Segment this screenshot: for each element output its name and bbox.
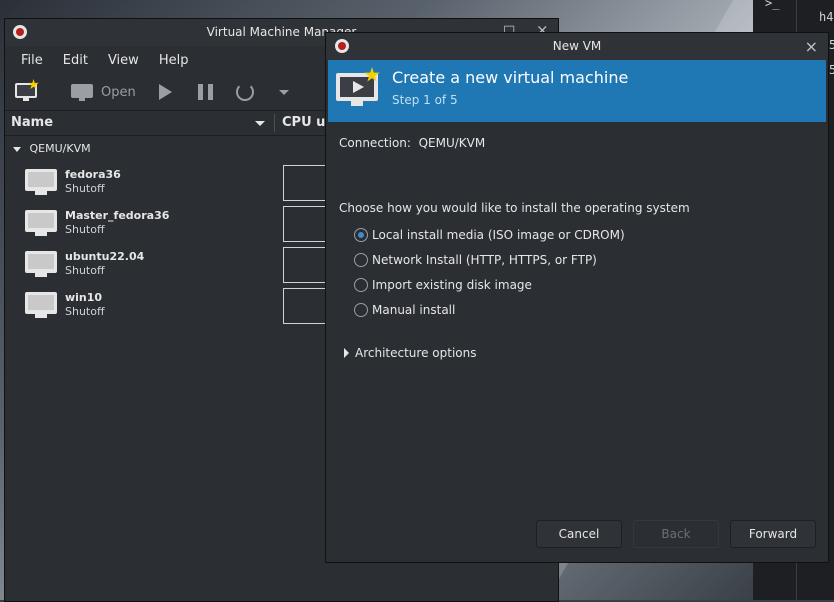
shutdown-button[interactable] — [236, 80, 254, 104]
install-option-local-media[interactable]: Local install media (ISO image or CDROM) — [354, 225, 625, 245]
terminal-text: 5 — [829, 38, 834, 52]
terminal-text: 5 — [829, 63, 834, 77]
install-option-manual[interactable]: Manual install — [354, 300, 455, 320]
expander-label: Architecture options — [355, 346, 477, 360]
architecture-options-expander[interactable]: Architecture options — [344, 346, 476, 360]
pause-icon — [198, 84, 214, 100]
vm-status: Shutoff — [65, 264, 105, 277]
install-option-import-disk[interactable]: Import existing disk image — [354, 275, 532, 295]
radio-selected-icon[interactable] — [354, 228, 368, 242]
back-button[interactable]: Back — [633, 520, 719, 548]
dialog-header-banner: Create a new virtual machine Step 1 of 5 — [328, 60, 826, 122]
sort-chevron-icon[interactable] — [255, 121, 265, 126]
option-label: Manual install — [372, 303, 456, 317]
expander-arrow-icon — [344, 348, 349, 358]
open-button-label: Open — [101, 84, 136, 100]
radio-icon[interactable] — [354, 303, 368, 317]
dialog-titlebar[interactable]: New VM × — [326, 33, 828, 60]
menu-view[interactable]: View — [98, 53, 149, 68]
new-vm-dialog[interactable]: New VM × Create a new virtual machine St… — [325, 32, 829, 563]
connection-info: Connection: QEMU/KVM — [339, 136, 485, 150]
dialog-heading: Create a new virtual machine — [392, 68, 629, 87]
dialog-title: New VM — [552, 39, 602, 53]
expand-icon — [13, 146, 21, 152]
vm-name: ubuntu22.04 — [65, 250, 145, 263]
open-button[interactable]: Open — [71, 80, 136, 104]
run-button[interactable] — [159, 80, 172, 104]
radio-icon[interactable] — [354, 253, 368, 267]
new-vm-button[interactable] — [15, 79, 41, 104]
play-icon — [159, 84, 172, 100]
connection-value: QEMU/KVM — [418, 136, 486, 150]
option-label: Local install media (ISO image or CDROM) — [372, 228, 625, 242]
new-vm-icon — [336, 67, 380, 107]
connection-group[interactable]: QEMU/KVM — [13, 142, 91, 155]
column-divider — [274, 114, 275, 132]
vm-status: Shutoff — [65, 182, 105, 195]
close-icon[interactable]: × — [805, 37, 818, 56]
install-method-prompt: Choose how you would like to install the… — [339, 201, 690, 215]
vm-status: Shutoff — [65, 305, 105, 318]
step-indicator: Step 1 of 5 — [392, 93, 458, 107]
menu-edit[interactable]: Edit — [53, 53, 98, 68]
pause-button[interactable] — [198, 80, 214, 104]
terminal-prompt-icon: >_ — [765, 0, 780, 10]
vm-monitor-icon — [25, 210, 57, 236]
connection-group-label: QEMU/KVM — [29, 142, 91, 155]
vm-monitor-icon — [25, 292, 57, 318]
vm-name: fedora36 — [65, 168, 121, 181]
menu-file[interactable]: File — [11, 53, 53, 68]
chevron-down-icon — [279, 89, 289, 95]
shutdown-menu-button[interactable] — [279, 80, 289, 104]
column-name[interactable]: Name — [11, 115, 53, 130]
connection-label: Connection: — [339, 136, 411, 150]
forward-button[interactable]: Forward — [730, 520, 816, 548]
vm-name: win10 — [65, 291, 103, 304]
cancel-button[interactable]: Cancel — [536, 520, 622, 548]
install-option-network[interactable]: Network Install (HTTP, HTTPS, or FTP) — [354, 250, 597, 270]
option-label: Network Install (HTTP, HTTPS, or FTP) — [372, 253, 597, 267]
radio-icon[interactable] — [354, 278, 368, 292]
menu-help[interactable]: Help — [149, 53, 199, 68]
vm-monitor-icon — [25, 251, 57, 277]
new-vm-icon — [15, 79, 41, 103]
power-icon — [236, 83, 254, 101]
monitor-icon — [71, 82, 95, 102]
vm-name: Master_fedora36 — [65, 209, 170, 222]
terminal-text: h4 — [819, 10, 834, 24]
vm-status: Shutoff — [65, 223, 105, 236]
option-label: Import existing disk image — [372, 278, 532, 292]
vm-monitor-icon — [25, 169, 57, 195]
